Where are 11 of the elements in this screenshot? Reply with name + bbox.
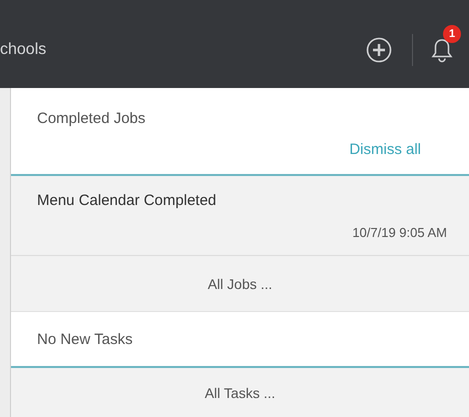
job-title: Menu Calendar Completed	[37, 192, 218, 209]
notification-badge: 1	[443, 25, 461, 43]
add-icon[interactable]	[366, 37, 392, 63]
all-tasks-link[interactable]: All Tasks ...	[11, 368, 469, 417]
bell-icon[interactable]	[431, 37, 453, 63]
job-notification[interactable]: Menu Calendar Completed 10/7/19 9:05 AM	[11, 176, 469, 256]
section-heading: No New Tasks	[37, 330, 133, 348]
section-heading: Completed Jobs	[37, 110, 146, 127]
app-title: chools	[0, 41, 46, 59]
job-time: 10/7/19 9:05 AM	[352, 225, 447, 240]
all-jobs-link[interactable]: All Jobs ...	[11, 256, 469, 312]
